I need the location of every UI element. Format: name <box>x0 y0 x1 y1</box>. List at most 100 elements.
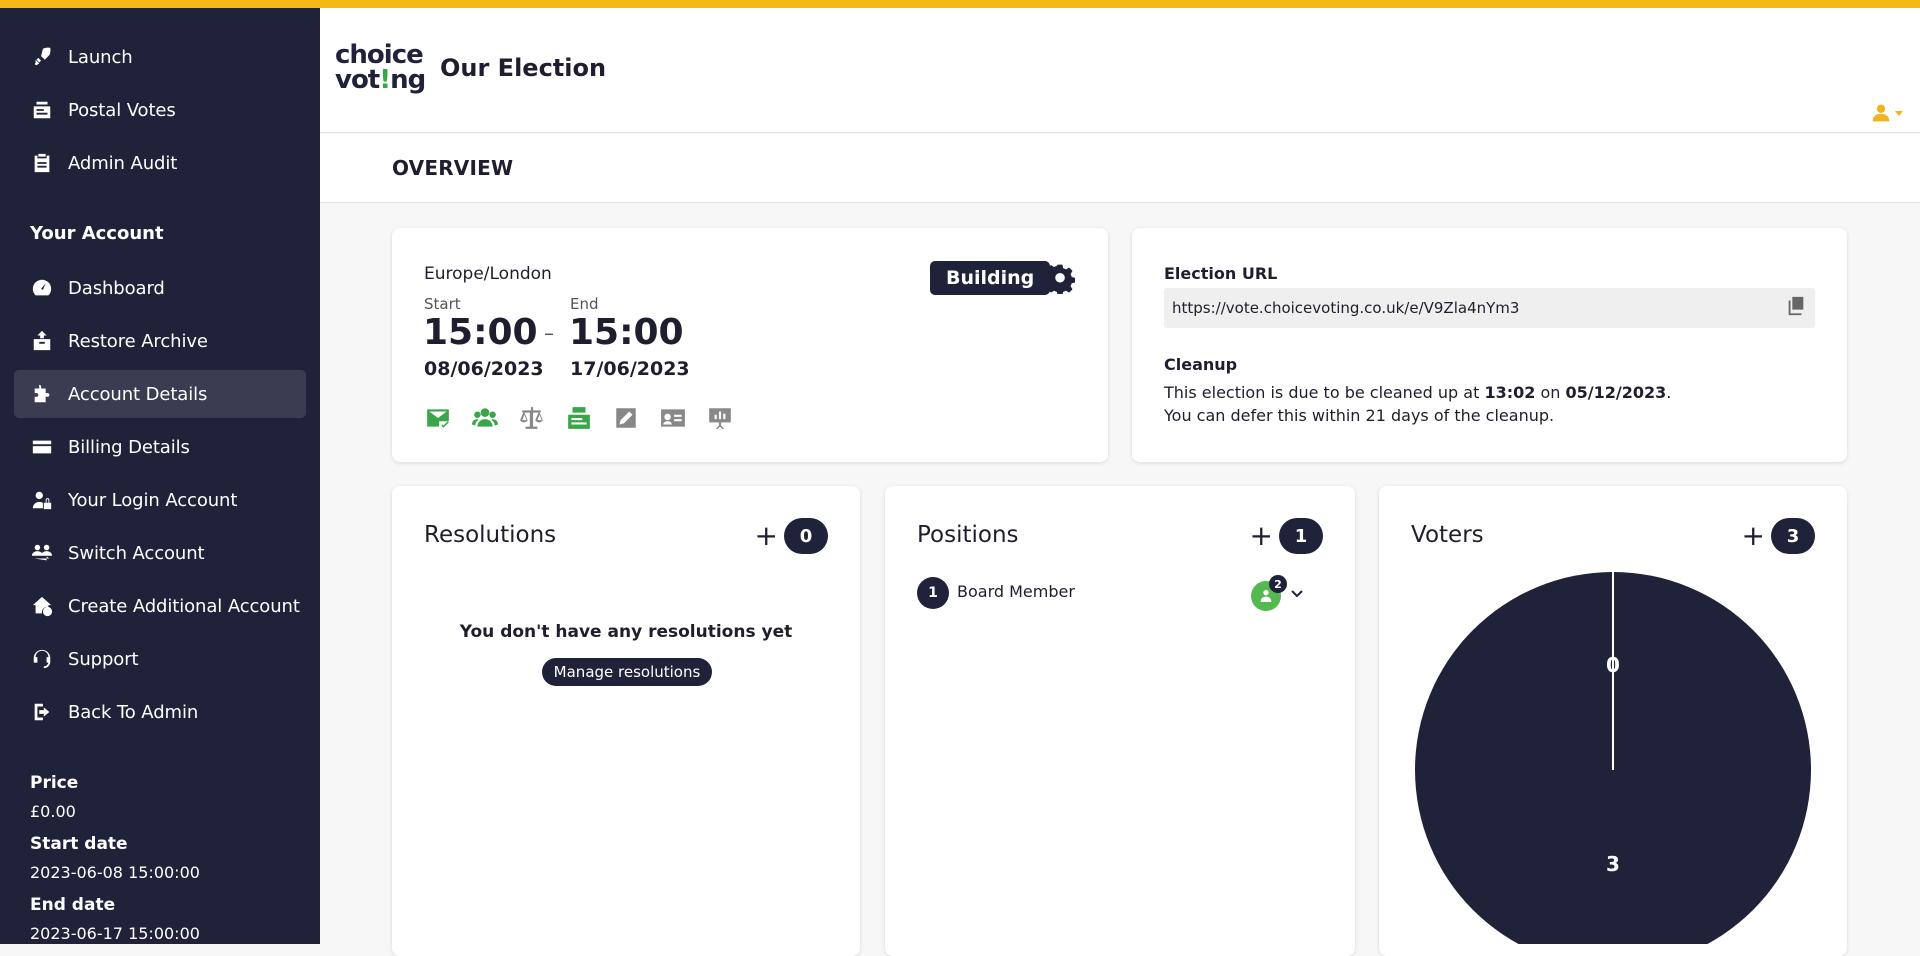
sidebar-item-create-additional-account[interactable]: Create Additional Account <box>14 582 306 630</box>
plus-icon: + <box>754 519 778 552</box>
sidebar-item-billing-details[interactable]: Billing Details <box>14 423 306 471</box>
gear-icon[interactable] <box>1044 264 1076 296</box>
restore-archive-icon <box>30 329 54 353</box>
schedule-card: Europe/London Start 15:00 08/06/2023 – E… <box>392 228 1108 462</box>
feature-icons <box>424 404 733 431</box>
user-menu[interactable] <box>1871 103 1904 123</box>
position-row[interactable]: 1 Board Member 2 <box>917 575 1307 611</box>
sidebar-item-back-to-admin[interactable]: Back To Admin <box>14 688 306 736</box>
switch-users-icon <box>30 541 54 565</box>
voters-panel: Voters + 3 03 <box>1379 486 1847 956</box>
cleanup-text-c: . <box>1666 383 1672 402</box>
price-label: Price <box>30 773 79 793</box>
sidebar-item-label: Dashboard <box>68 277 165 299</box>
speedometer-icon <box>30 276 54 300</box>
sidebar-item-label: Back To Admin <box>68 701 199 723</box>
sidebar-item-label: Postal Votes <box>68 99 176 121</box>
start-label: Start <box>424 295 461 313</box>
logo-line-2: vot!ng <box>335 65 426 95</box>
status-badge[interactable]: Building <box>930 261 1051 295</box>
sidebar-item-postal-votes[interactable]: Postal Votes <box>14 86 306 134</box>
add-resolution-button[interactable]: + 0 <box>755 518 828 554</box>
cleanup-date: 05/12/2023 <box>1565 383 1667 402</box>
resolutions-title: Resolutions <box>424 522 557 548</box>
people-icon[interactable] <box>471 404 498 431</box>
logo-bang: ! <box>379 65 391 95</box>
resolutions-count: 0 <box>784 518 828 554</box>
sidebar-item-label: Launch <box>68 46 133 68</box>
account-section-title: Your Account <box>30 223 164 244</box>
plus-icon: + <box>1249 519 1273 552</box>
sidebar-item-launch[interactable]: Launch <box>14 33 306 81</box>
page-title: OVERVIEW <box>392 156 514 180</box>
copy-icon[interactable] <box>1785 295 1807 321</box>
cleanup-time: 13:02 <box>1484 383 1536 402</box>
sidebar-item-support[interactable]: Support <box>14 635 306 683</box>
start-date: 08/06/2023 <box>424 358 544 380</box>
cleanup-message: This election is due to be cleaned up at… <box>1164 383 1671 402</box>
sidebar-item-label: Create Additional Account <box>68 595 300 617</box>
sidebar-item-label: Restore Archive <box>68 330 208 352</box>
position-name: Board Member <box>957 582 1075 601</box>
candidates-count: 2 <box>1269 575 1287 593</box>
cleanup-text-a: This election is due to be cleaned up at <box>1164 383 1485 402</box>
start-date-label: Start date <box>30 834 128 854</box>
start-time: 15:00 <box>423 312 538 353</box>
postal-icon[interactable] <box>565 404 592 431</box>
add-position-button[interactable]: + 1 <box>1250 518 1323 554</box>
end-date: 17/06/2023 <box>570 358 690 380</box>
election-url-field[interactable]: https://vote.choicevoting.co.uk/e/V9Zla4… <box>1164 288 1815 328</box>
sidebar-item-label: Switch Account <box>68 542 205 564</box>
sidebar-item-dashboard[interactable]: Dashboard <box>14 264 306 312</box>
house-plus-icon <box>30 594 54 618</box>
sidebar-item-switch-account[interactable]: Switch Account <box>14 529 306 577</box>
caret-down-icon <box>1895 111 1903 116</box>
sidebar-item-label: Your Login Account <box>68 489 238 511</box>
sidebar-item-restore-archive[interactable]: Restore Archive <box>14 317 306 365</box>
manage-resolutions-button[interactable]: Manage resolutions <box>542 658 712 686</box>
cleanup-defer-text: You can defer this within 21 days of the… <box>1164 406 1555 425</box>
election-url-label: Election URL <box>1164 264 1278 283</box>
election-title: Our Election <box>440 54 607 82</box>
choicevoting-logo[interactable]: choice vot!ng <box>335 42 426 95</box>
sidebar-item-your-login-account[interactable]: Your Login Account <box>14 476 306 524</box>
end-date-label: End date <box>30 895 116 915</box>
sidebar-item-label: Support <box>68 648 139 670</box>
election-info-card: Election URL https://vote.choicevoting.c… <box>1132 228 1847 462</box>
resolutions-panel: Resolutions + 0 You don't have any resol… <box>392 486 860 956</box>
rocket-icon <box>30 45 54 69</box>
page-subheader: OVERVIEW <box>320 134 1920 203</box>
postal-votes-icon <box>30 98 54 122</box>
positions-title: Positions <box>917 522 1019 548</box>
timezone: Europe/London <box>424 264 552 284</box>
cleanup-label: Cleanup <box>1164 355 1238 374</box>
support-icon <box>30 647 54 671</box>
range-separator: – <box>544 321 554 345</box>
position-number: 1 <box>917 577 949 609</box>
puzzle-icon <box>30 382 54 406</box>
sidebar-item-account-details[interactable]: Account Details <box>14 370 306 418</box>
sidebar-item-label: Admin Audit <box>68 152 178 174</box>
end-date-value: 2023-06-17 15:00:00 <box>30 924 200 943</box>
presentation-icon[interactable] <box>706 404 733 431</box>
pie-label-1: 3 <box>1606 852 1620 876</box>
id-card-icon[interactable] <box>659 404 686 431</box>
logo-ng: ng <box>390 65 426 95</box>
chevron-down-icon[interactable] <box>1289 585 1305 601</box>
scales-icon[interactable] <box>518 404 545 431</box>
positions-panel: Positions + 1 1 Board Member 2 <box>885 486 1355 956</box>
price-value: £0.00 <box>30 802 76 821</box>
app-header: choice vot!ng Our Election <box>320 8 1920 133</box>
sidebar: Launch Postal Votes Admin Audit Your Acc… <box>0 0 320 944</box>
sidebar-item-admin-audit[interactable]: Admin Audit <box>14 139 306 187</box>
cleanup-text-b: on <box>1535 383 1566 402</box>
user-icon <box>1872 104 1890 122</box>
pie-svg: 03 <box>1415 572 1811 944</box>
election-url-text: https://vote.choicevoting.co.uk/e/V9Zla4… <box>1172 299 1520 317</box>
edit-icon[interactable] <box>612 404 639 431</box>
logo-vot: vot <box>335 65 380 95</box>
sidebar-item-label: Billing Details <box>68 436 190 458</box>
positions-count: 1 <box>1279 518 1323 554</box>
email-check-icon[interactable] <box>424 404 451 431</box>
end-time: 15:00 <box>569 312 684 353</box>
